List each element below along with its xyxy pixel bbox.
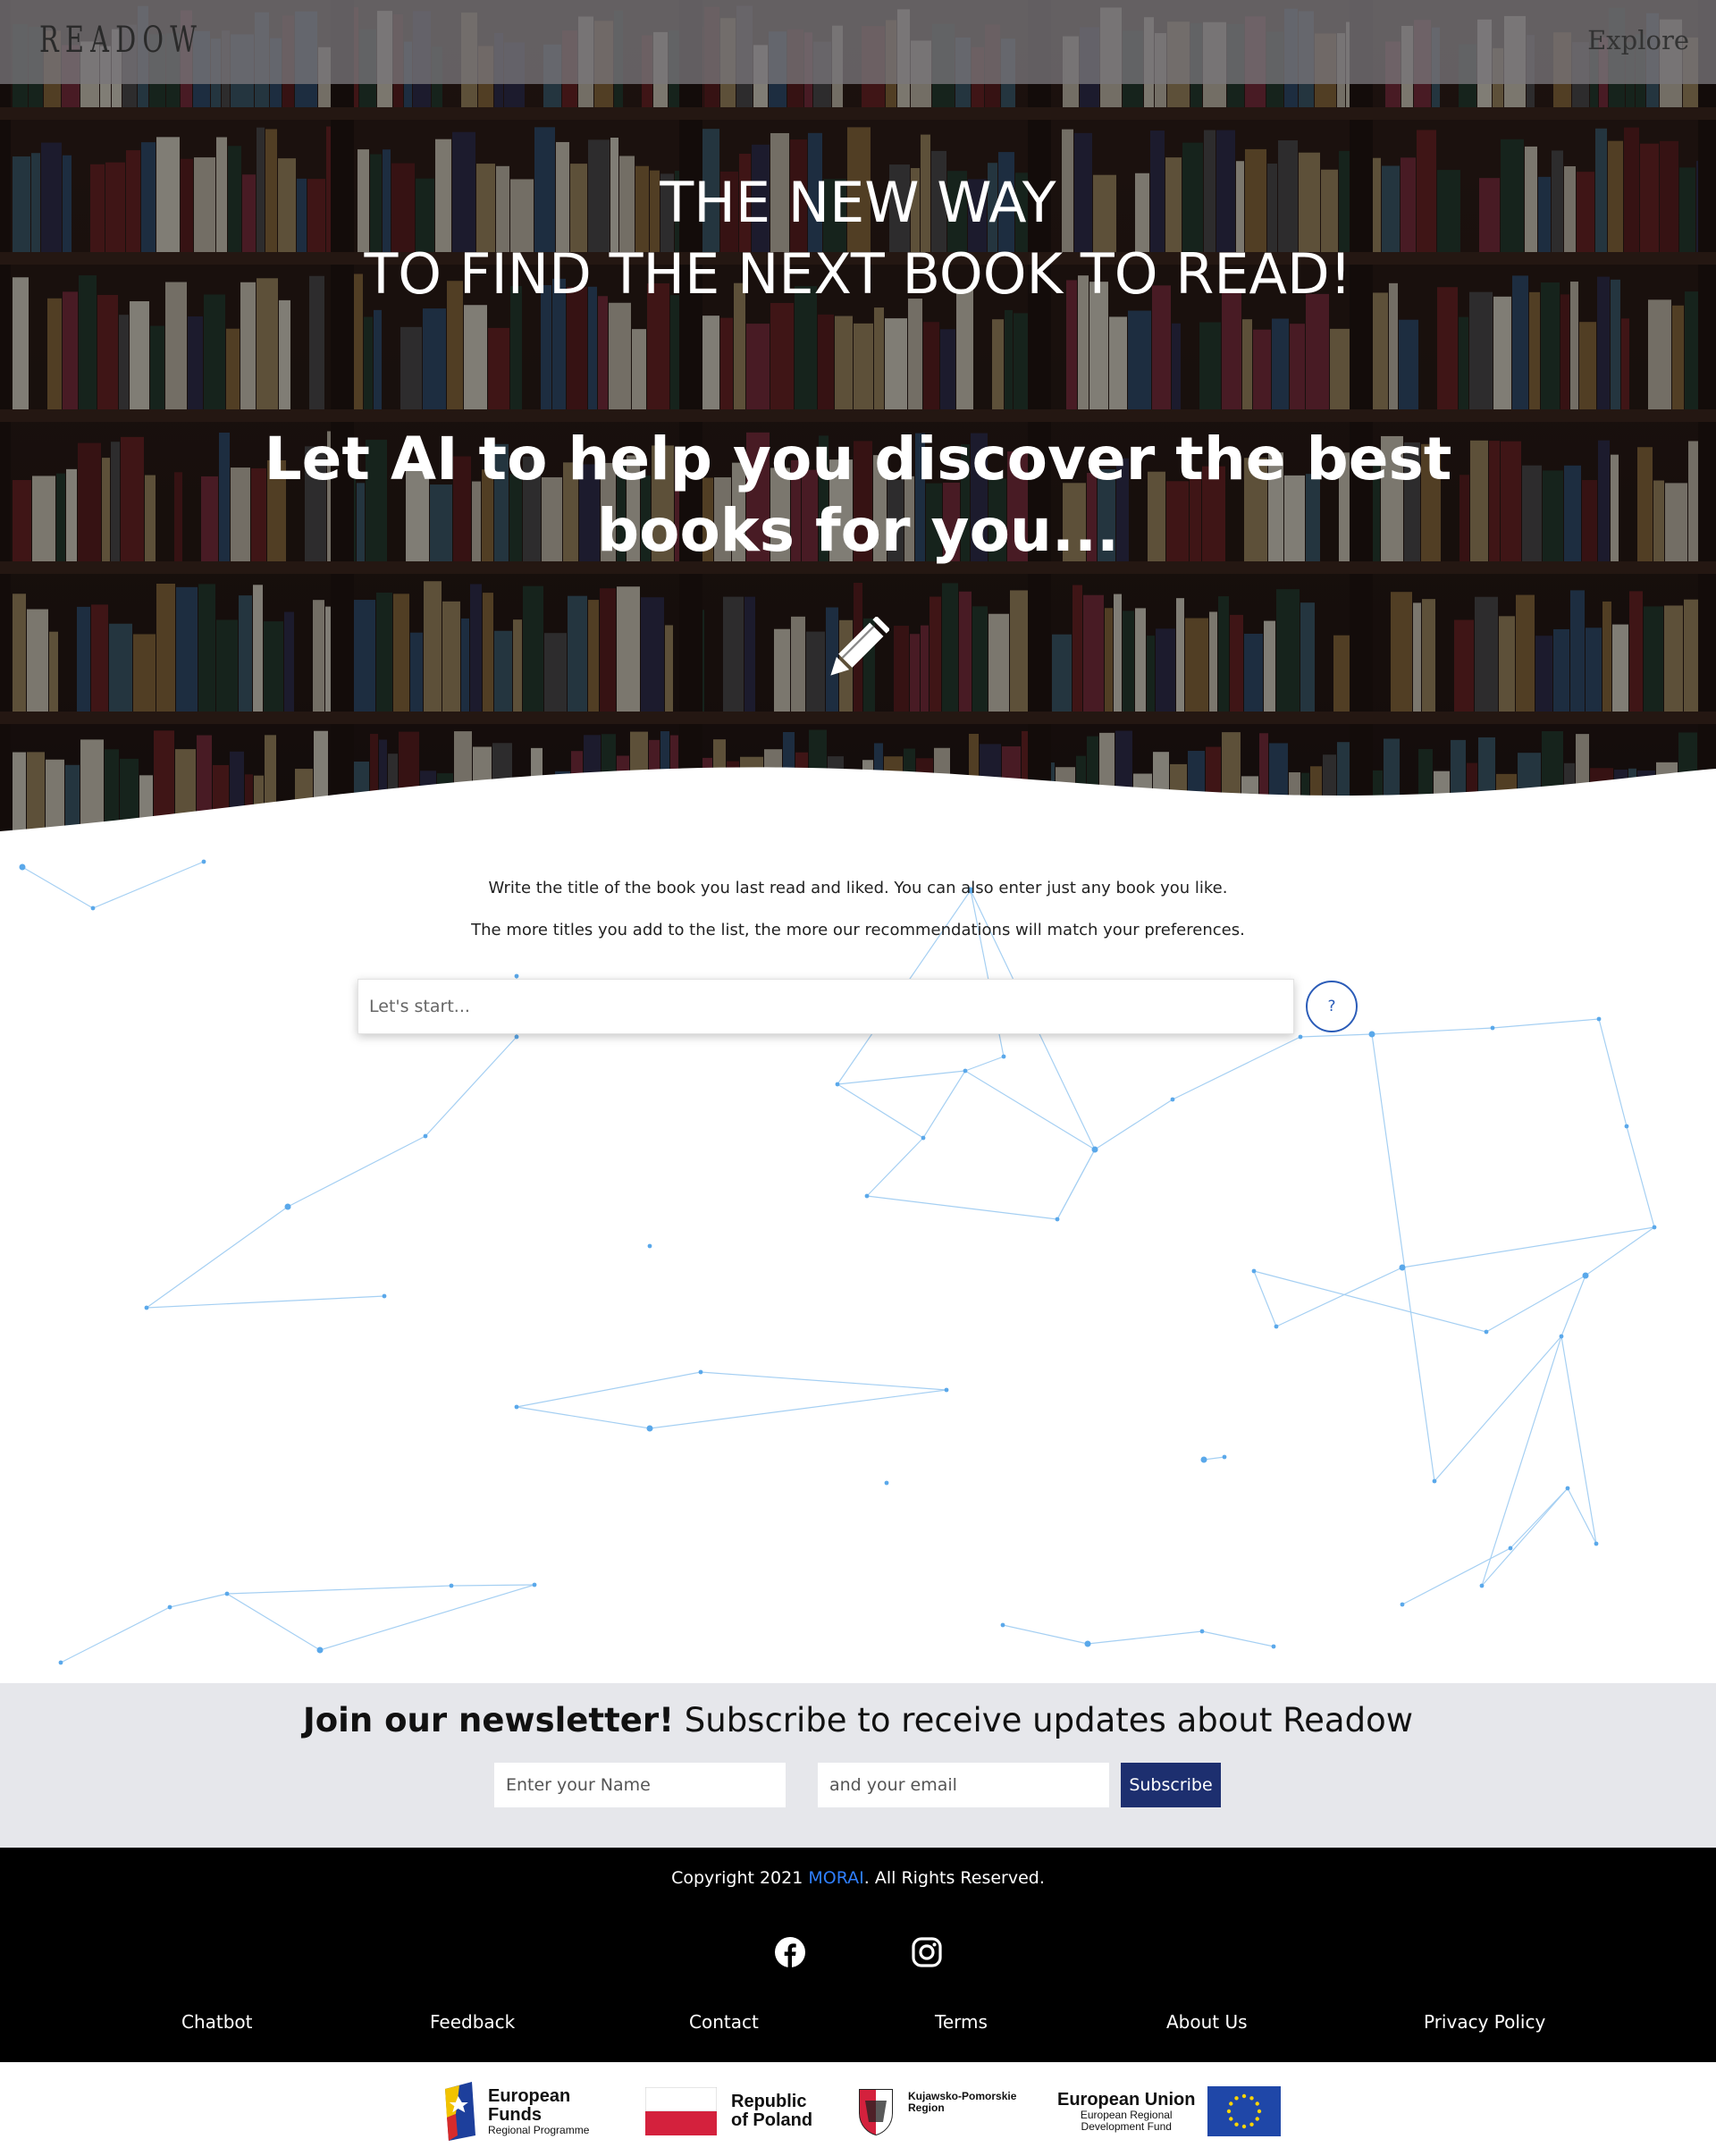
- funding-logos: European Funds Regional Programme Republ…: [0, 2062, 1716, 2156]
- newsletter-title-bold: Join our newsletter!: [303, 1701, 674, 1739]
- instagram-icon[interactable]: [911, 1936, 943, 1968]
- instruction-text-1: Write the title of the book you last rea…: [488, 879, 1228, 897]
- hero-section: READOW Explore THE NEW WAY TO FIND THE N…: [0, 0, 1716, 840]
- footer-link-contact[interactable]: Contact: [689, 2011, 759, 2033]
- book-search-input[interactable]: [358, 979, 1294, 1034]
- footer-link-chatbot[interactable]: Chatbot: [181, 2011, 253, 2033]
- hero-tagline-line2: books for you...: [596, 496, 1120, 565]
- hero-title-line2: TO FIND THE NEXT BOOK TO READ!: [364, 241, 1352, 307]
- network-background: [19, 859, 1657, 1665]
- eu-title: European Union: [1057, 2089, 1196, 2110]
- copyright-prefix: Copyright 2021: [671, 1868, 809, 1888]
- newsletter-title-rest: Subscribe to receive updates about Reado…: [674, 1701, 1413, 1739]
- copyright-text: Copyright 2021 MORAI. All Rights Reserve…: [0, 1868, 1716, 1888]
- newsletter-email-input[interactable]: [818, 1763, 1109, 1807]
- eu-funds-logo: European Funds Regional Programme: [442, 2080, 589, 2143]
- hero-title-line1: THE NEW WAY: [660, 170, 1056, 235]
- eu-sub2: Development Fund: [1081, 2119, 1172, 2133]
- help-button[interactable]: ?: [1306, 981, 1358, 1032]
- nav-explore-link[interactable]: Explore: [1587, 25, 1689, 55]
- footer-link-privacy-policy[interactable]: Privacy Policy: [1424, 2011, 1545, 2033]
- footer-link-feedback[interactable]: Feedback: [430, 2011, 515, 2033]
- morai-link[interactable]: MORAI: [808, 1868, 863, 1888]
- readow-logo[interactable]: READOW: [39, 20, 203, 61]
- poland-line2: of Poland: [731, 2110, 813, 2130]
- facebook-icon[interactable]: [774, 1936, 806, 1968]
- eu-funds-emblem: [445, 2082, 475, 2141]
- hero-overlay: [0, 0, 1716, 840]
- european-union-logo: European Union European Regional Develop…: [1057, 2080, 1282, 2143]
- hero-wave-divider: [0, 767, 1716, 840]
- footer: Copyright 2021 MORAI. All Rights Reserve…: [0, 1848, 1716, 2062]
- eu-sub1: European Regional: [1080, 2108, 1173, 2121]
- kujawsko-pomorskie-logo: Kujawsko-Pomorskie Region: [856, 2080, 1016, 2143]
- eu-flag-icon: [1207, 2086, 1282, 2136]
- footer-link-about-us[interactable]: About Us: [1166, 2011, 1248, 2033]
- top-navbar: READOW Explore: [0, 0, 1716, 84]
- copyright-suffix: . All Rights Reserved.: [863, 1868, 1045, 1888]
- poland-line1: Republic: [731, 2092, 807, 2111]
- eu-funds-title: European: [488, 2085, 571, 2106]
- eu-funds-title2: Funds: [488, 2104, 542, 2125]
- instruction-text-2: The more titles you add to the list, the…: [471, 921, 1245, 939]
- hero-tagline-line1: Let AI to help you discover the best: [264, 425, 1452, 493]
- subscribe-button[interactable]: Subscribe: [1121, 1763, 1221, 1807]
- republic-of-poland-logo: Republic of Poland: [645, 2080, 812, 2143]
- newsletter-title: Join our newsletter! Subscribe to receiv…: [0, 1701, 1716, 1739]
- regional-crest-icon: [859, 2089, 893, 2136]
- poland-flag-icon: [645, 2087, 717, 2135]
- eu-funds-subtitle: Regional Programme: [488, 2123, 590, 2136]
- newsletter-section: Join our newsletter! Subscribe to receiv…: [0, 1683, 1716, 1848]
- pencil-icon: [830, 617, 889, 676]
- region-line2: Region: [908, 2101, 945, 2114]
- newsletter-name-input[interactable]: [494, 1763, 786, 1807]
- footer-link-terms[interactable]: Terms: [935, 2011, 988, 2033]
